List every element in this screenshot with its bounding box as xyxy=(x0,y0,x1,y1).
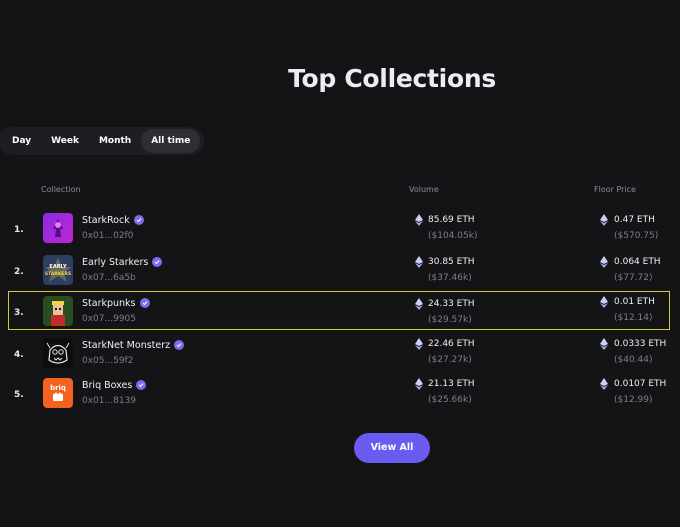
monsterz-avatar-icon[interactable] xyxy=(43,338,73,368)
floor-usd: ($12.14) xyxy=(614,313,653,323)
time-range-tabs: Day Week Month All time xyxy=(0,127,205,155)
table-row[interactable]: 2. EARLY STARKERS Early Starkers 0x07...… xyxy=(0,254,680,290)
floor-eth: 0.0107 ETH xyxy=(614,379,667,389)
tab-week[interactable]: Week xyxy=(41,129,89,153)
ethereum-icon xyxy=(415,214,423,226)
volume-usd: ($25.66k) xyxy=(428,395,472,405)
ethereum-icon xyxy=(600,378,608,390)
ethereum-icon xyxy=(415,378,423,390)
floor-eth: 0.064 ETH xyxy=(614,257,661,267)
collection-name[interactable]: StarkNet Monsterz xyxy=(82,339,185,351)
row-rank: 1. xyxy=(14,225,24,235)
collection-address: 0x05...59f2 xyxy=(82,356,134,366)
verified-check-icon xyxy=(136,379,147,390)
volume-eth: 30.85 ETH xyxy=(428,257,475,267)
verified-check-icon xyxy=(152,256,163,267)
floor-eth: 0.01 ETH xyxy=(614,297,655,307)
table-row[interactable]: 4. StarkNet Monsterz 0x05...59f2 22.46 E… xyxy=(0,337,680,373)
page-title: Top Collections xyxy=(288,64,496,93)
row-rank: 4. xyxy=(14,350,24,360)
selection-highlight xyxy=(8,291,670,330)
verified-check-icon xyxy=(174,339,185,350)
starkrock-avatar-icon[interactable] xyxy=(43,213,73,243)
table-row[interactable]: 3. Starkpunks 0x07...9905 24.33 ETH ($29… xyxy=(0,291,680,331)
volume-usd: ($104.05k) xyxy=(428,231,478,241)
volume-eth: 22.46 ETH xyxy=(428,339,475,349)
row-rank: 3. xyxy=(14,308,24,318)
collection-name-text: Starkpunks xyxy=(82,298,136,309)
collection-name-text: Briq Boxes xyxy=(82,380,133,391)
ethereum-icon xyxy=(415,256,423,268)
row-rank: 2. xyxy=(14,267,24,277)
floor-eth: 0.47 ETH xyxy=(614,215,655,225)
floor-usd: ($77.72) xyxy=(614,273,653,283)
ethereum-icon xyxy=(600,214,608,226)
verified-check-icon xyxy=(133,214,144,225)
column-header-volume: Volume xyxy=(409,185,439,194)
column-header-collection: Collection xyxy=(41,185,81,194)
verified-check-icon xyxy=(139,297,150,308)
avatar-text-briq: briq xyxy=(50,384,66,392)
row-rank: 5. xyxy=(14,390,24,400)
collection-address: 0x01...02f0 xyxy=(82,231,134,241)
table-row[interactable]: 1. StarkRock 0x01...02f0 85.69 ETH ($104… xyxy=(0,212,680,248)
ethereum-icon xyxy=(600,338,608,350)
floor-eth: 0.0333 ETH xyxy=(614,339,667,349)
floor-usd: ($12.99) xyxy=(614,395,653,405)
collection-name[interactable]: StarkRock xyxy=(82,214,144,226)
collection-address: 0x07...9905 xyxy=(82,314,136,324)
avatar-text-early: EARLY xyxy=(49,264,67,270)
collection-name-text: StarkNet Monsterz xyxy=(82,340,171,351)
early-starkers-avatar-icon[interactable]: EARLY STARKERS xyxy=(43,255,73,285)
volume-eth: 85.69 ETH xyxy=(428,215,475,225)
collection-name[interactable]: Early Starkers xyxy=(82,256,163,268)
ethereum-icon xyxy=(600,256,608,268)
collection-address: 0x01...8139 xyxy=(82,396,136,406)
briq-avatar-icon[interactable]: briq xyxy=(43,378,73,408)
column-header-floor-price: Floor Price xyxy=(594,185,636,194)
volume-usd: ($29.57k) xyxy=(428,315,472,325)
collection-name[interactable]: Briq Boxes xyxy=(82,379,147,391)
volume-usd: ($37.46k) xyxy=(428,273,472,283)
tab-day[interactable]: Day xyxy=(2,129,41,153)
starkpunks-avatar-icon[interactable] xyxy=(43,296,73,326)
collection-name-text: Early Starkers xyxy=(82,257,149,268)
table-row[interactable]: 5. briq Briq Boxes 0x01...8139 21.13 ETH… xyxy=(0,377,680,413)
tab-month[interactable]: Month xyxy=(89,129,141,153)
floor-usd: ($40.44) xyxy=(614,355,653,365)
collection-address: 0x07...6a5b xyxy=(82,273,136,283)
collection-name-text: StarkRock xyxy=(82,215,130,226)
ethereum-icon xyxy=(415,338,423,350)
tab-all-time[interactable]: All time xyxy=(141,129,201,153)
collection-name[interactable]: Starkpunks xyxy=(82,297,150,309)
volume-eth: 21.13 ETH xyxy=(428,379,475,389)
volume-eth: 24.33 ETH xyxy=(428,299,475,309)
view-all-button[interactable]: View All xyxy=(354,433,430,463)
floor-usd: ($570.75) xyxy=(614,231,659,241)
ethereum-icon xyxy=(415,298,423,310)
volume-usd: ($27.27k) xyxy=(428,355,472,365)
avatar-text-starkers: STARKERS xyxy=(45,271,71,277)
ethereum-icon xyxy=(600,296,608,308)
